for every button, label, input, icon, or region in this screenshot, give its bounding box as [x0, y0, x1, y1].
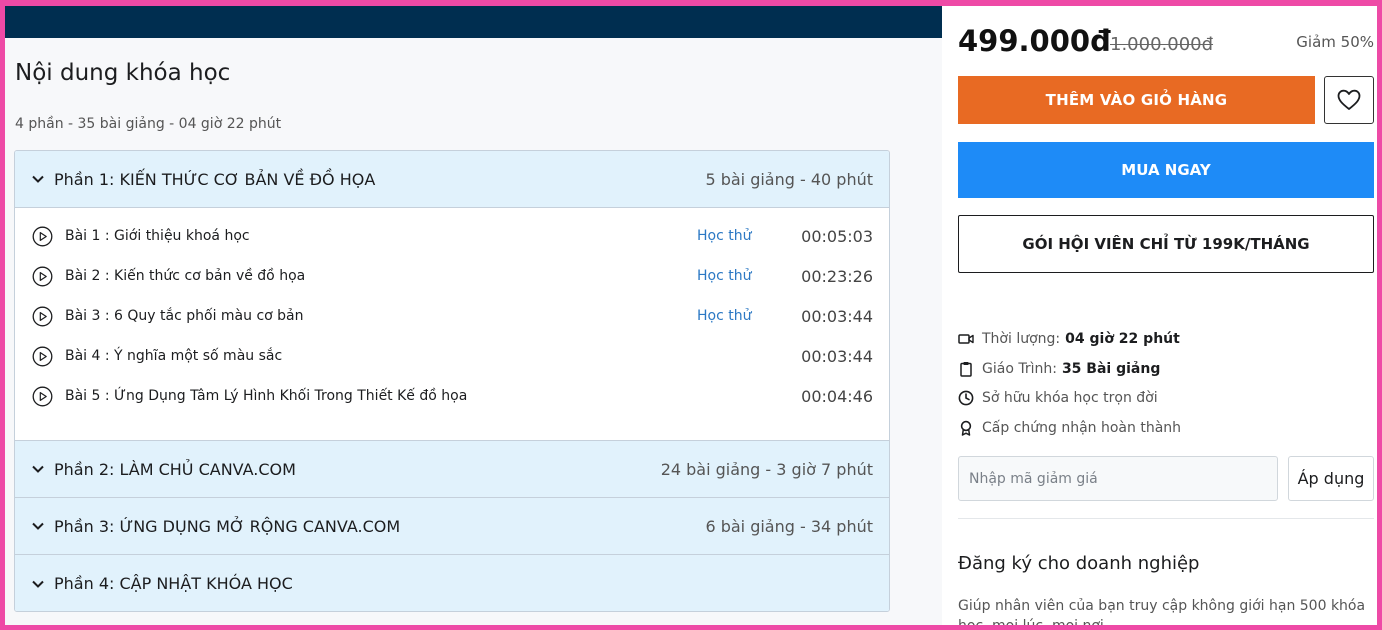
- curriculum-accordion: Phần 1: KIẾN THỨC CƠ BẢN VỀ ĐỒ HỌA 5 bài…: [14, 150, 890, 612]
- chevron-down-icon: [31, 519, 45, 533]
- play-circle-icon: [32, 346, 53, 367]
- lesson-row[interactable]: Bài 4 : Ý nghĩa một số màu sắc 00:03:44: [15, 336, 889, 376]
- section-1-lesson-list: Bài 1 : Giới thiệu khoá học Học thử 00:0…: [15, 208, 889, 441]
- lesson-title: Bài 1 : Giới thiệu khoá học: [65, 228, 250, 244]
- section-header-1[interactable]: Phần 1: KIẾN THỨC CƠ BẢN VỀ ĐỒ HỌA 5 bài…: [15, 151, 889, 208]
- feature-label: Giáo Trình:: [982, 361, 1057, 377]
- section-title: Phần 1: KIẾN THỨC CƠ BẢN VỀ ĐỒ HỌA: [54, 169, 376, 189]
- preview-link[interactable]: Học thử: [697, 228, 751, 244]
- current-price: 499.000đ: [958, 24, 1111, 58]
- lesson-title: Bài 2 : Kiến thức cơ bản về đồ họa: [65, 268, 306, 284]
- section-title: Phần 4: CẬP NHẬT KHÓA HỌC: [54, 574, 293, 593]
- video-camera-icon: [958, 331, 974, 347]
- top-navigation-bar: [5, 6, 942, 38]
- discount-label: Giảm 50%: [1296, 33, 1374, 51]
- apply-coupon-button[interactable]: Áp dụng: [1288, 456, 1374, 501]
- lesson-row[interactable]: Bài 2 : Kiến thức cơ bản về đồ họa Học t…: [15, 256, 889, 296]
- feature-label: Cấp chứng nhận hoàn thành: [982, 420, 1182, 436]
- course-summary-meta: 4 phần - 35 bài giảng - 04 giờ 22 phút: [15, 116, 282, 132]
- lesson-row[interactable]: Bài 5 : Ứng Dụng Tâm Lý Hình Khối Trong …: [15, 376, 889, 416]
- coupon-input[interactable]: [958, 456, 1278, 501]
- original-price: 1.000.000đ: [1110, 34, 1214, 55]
- membership-button[interactable]: GÓI HỘI VIÊN CHỈ TỪ 199K/THÁNG: [958, 215, 1374, 273]
- feature-label: Sở hữu khóa học trọn đời: [982, 390, 1158, 406]
- feature-lifetime: Sở hữu khóa học trọn đời: [958, 388, 1158, 408]
- lesson-row[interactable]: Bài 3 : 6 Quy tắc phối màu cơ bản Học th…: [15, 296, 889, 336]
- section-title: Phần 3: ỨNG DỤNG MỞ RỘNG CANVA.COM: [54, 516, 401, 536]
- section-header-3[interactable]: Phần 3: ỨNG DỤNG MỞ RỘNG CANVA.COM 6 bài…: [15, 498, 889, 555]
- feature-value: 35 Bài giảng: [1061, 361, 1161, 377]
- feature-curriculum: Giáo Trình: 35 Bài giảng: [958, 359, 1160, 379]
- play-circle-icon: [32, 226, 53, 247]
- preview-link[interactable]: Học thử: [697, 308, 751, 324]
- section-header-2[interactable]: Phần 2: LÀM CHỦ CANVA.COM 24 bài giảng -…: [15, 441, 889, 498]
- feature-duration: Thời lượng: 04 giờ 22 phút: [958, 329, 1180, 349]
- business-description: Giúp nhân viên của bạn truy cập không gi…: [958, 598, 1366, 630]
- lesson-duration: 00:04:46: [801, 386, 873, 406]
- award-icon: [958, 420, 974, 436]
- lesson-title: Bài 3 : 6 Quy tắc phối màu cơ bản: [65, 308, 304, 324]
- lesson-duration: 00:05:03: [801, 226, 873, 246]
- section-info: 5 bài giảng - 40 phút: [705, 169, 873, 189]
- feature-certificate: Cấp chứng nhận hoàn thành: [958, 418, 1181, 438]
- play-circle-icon: [32, 306, 53, 327]
- feature-value: 04 giờ 22 phút: [1065, 331, 1180, 347]
- clipboard-icon: [958, 361, 974, 377]
- play-circle-icon: [32, 386, 53, 407]
- lesson-duration: 00:03:44: [801, 346, 873, 366]
- lesson-title: Bài 4 : Ý nghĩa một số màu sắc: [65, 348, 283, 364]
- section-info: 6 bài giảng - 34 phút: [705, 516, 873, 536]
- lesson-row[interactable]: Bài 1 : Giới thiệu khoá học Học thử 00:0…: [15, 216, 889, 256]
- chevron-down-icon: [31, 172, 45, 186]
- chevron-down-icon: [31, 462, 45, 476]
- section-header-4[interactable]: Phần 4: CẬP NHẬT KHÓA HỌC: [15, 555, 889, 611]
- chevron-down-icon: [31, 577, 45, 591]
- lesson-duration: 00:23:26: [801, 266, 873, 286]
- add-to-cart-button[interactable]: THÊM VÀO GIỎ HÀNG: [958, 76, 1315, 124]
- lesson-duration: 00:03:44: [801, 306, 873, 326]
- wishlist-button[interactable]: [1324, 76, 1374, 124]
- business-title: Đăng ký cho doanh nghiệp: [958, 553, 1200, 574]
- course-content-title: Nội dung khóa học: [15, 60, 231, 86]
- buy-now-button[interactable]: MUA NGAY: [958, 142, 1374, 198]
- clock-icon: [958, 390, 974, 406]
- play-circle-icon: [32, 266, 53, 287]
- divider: [958, 518, 1374, 519]
- lesson-title: Bài 5 : Ứng Dụng Tâm Lý Hình Khối Trong …: [65, 388, 468, 404]
- preview-link[interactable]: Học thử: [697, 268, 751, 284]
- feature-label: Thời lượng:: [982, 331, 1061, 347]
- heart-icon: [1337, 89, 1361, 111]
- section-info: 24 bài giảng - 3 giờ 7 phút: [660, 459, 873, 479]
- section-title: Phần 2: LÀM CHỦ CANVA.COM: [54, 459, 296, 479]
